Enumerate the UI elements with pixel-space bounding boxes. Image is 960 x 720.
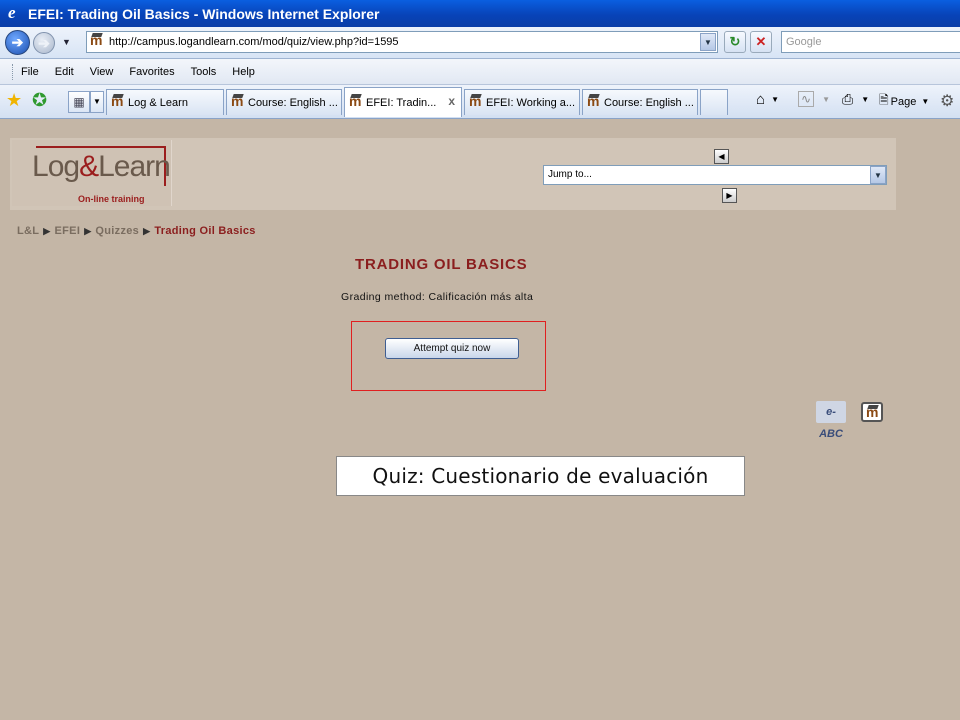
page-icon: 🗎 xyxy=(879,93,889,107)
chevron-down-icon: ▼ xyxy=(921,97,930,106)
logo-text-part: og xyxy=(47,150,80,183)
menu-help[interactable]: Help xyxy=(232,66,255,78)
tab-log-learn[interactable]: Log & Learn xyxy=(106,89,224,115)
previous-activity-button[interactable]: ◀ xyxy=(714,149,729,164)
chevron-down-icon: ▼ xyxy=(861,95,870,104)
logo-ampersand: & xyxy=(79,150,99,183)
rss-feed-icon: ∿ xyxy=(798,91,815,107)
moodle-icon xyxy=(866,404,880,421)
grading-method: Grading method: Calificación más alta xyxy=(341,291,534,303)
jump-to-dropdown-button[interactable]: ▼ xyxy=(870,166,886,184)
moodle-favicon-icon xyxy=(111,93,125,110)
tab-label: EFEI: Tradin... xyxy=(366,96,437,109)
page-menu-button[interactable]: 🗎 Page ▼ xyxy=(879,91,929,112)
logo-text-part: earn xyxy=(113,150,171,183)
page-content: Log&Learn On-line training ◀ Jump to... … xyxy=(0,120,960,720)
breadcrumb-link-quizzes[interactable]: Quizzes xyxy=(95,225,139,237)
tab-course-english-1[interactable]: Course: English ... xyxy=(226,89,342,115)
tab-course-english-2[interactable]: Course: English ... xyxy=(582,89,698,115)
address-input[interactable]: http://campus.logandlearn.com/mod/quiz/v… xyxy=(86,31,718,53)
log-learn-logo[interactable]: Log&Learn On-line training xyxy=(12,140,172,206)
tab-efei-working[interactable]: EFEI: Working a... xyxy=(464,89,580,115)
address-toolbar: ➔ ➔ ▼ http://campus.logandlearn.com/mod/… xyxy=(0,27,960,59)
tab-bar: ★ ✪ ▦ ▼ Log & Learn Course: English ... … xyxy=(0,85,960,119)
tools-gear-button[interactable]: ⚙ xyxy=(940,91,954,111)
stop-button[interactable]: ✕ xyxy=(750,31,772,53)
eabc-logo[interactable]: e-ABC xyxy=(816,401,846,440)
jump-to-value: Jump to... xyxy=(548,169,592,180)
moodle-favicon-icon xyxy=(469,93,483,110)
close-tab-icon[interactable]: x xyxy=(448,94,455,108)
back-button[interactable]: ➔ xyxy=(5,30,30,55)
printer-icon: ⎙ xyxy=(842,91,854,107)
quick-tabs-button[interactable]: ▦ xyxy=(68,91,90,113)
breadcrumb: L&L ▶ EFEI ▶ Quizzes ▶ Trading Oil Basics xyxy=(17,225,256,237)
tab-label: EFEI: Working a... xyxy=(486,96,576,109)
recent-pages-dropdown-icon[interactable]: ▼ xyxy=(62,37,71,47)
attempt-quiz-button[interactable]: Attempt quiz now xyxy=(385,338,519,359)
logo-text: Log&Learn xyxy=(32,150,171,183)
breadcrumb-separator-icon: ▶ xyxy=(43,226,51,236)
menu-bar: File Edit View Favorites Tools Help xyxy=(0,59,960,85)
menu-edit[interactable]: Edit xyxy=(55,66,74,78)
add-favorite-icon[interactable]: ✪ xyxy=(32,90,47,111)
window-title: EFEI: Trading Oil Basics - Windows Inter… xyxy=(28,5,380,22)
caption-box: Quiz: Cuestionario de evaluación xyxy=(336,456,745,496)
next-activity-button[interactable]: ▶ xyxy=(722,188,737,203)
breadcrumb-current: Trading Oil Basics xyxy=(154,225,256,237)
jump-to-select[interactable]: Jump to... ▼ xyxy=(543,165,887,185)
menu-view[interactable]: View xyxy=(90,66,114,78)
chevron-down-icon: ▼ xyxy=(822,94,830,104)
breadcrumb-link-efei[interactable]: EFEI xyxy=(55,225,81,237)
moodle-favicon-icon xyxy=(349,93,363,110)
page-menu-label: Page xyxy=(890,95,917,108)
menu-file[interactable]: File xyxy=(21,66,39,78)
favorites-star-icon[interactable]: ★ xyxy=(6,90,22,111)
home-button[interactable]: ⌂ ▼ xyxy=(756,91,779,108)
menu-tools[interactable]: Tools xyxy=(191,66,217,78)
address-url: http://campus.logandlearn.com/mod/quiz/v… xyxy=(109,36,399,48)
tab-list-dropdown-button[interactable]: ▼ xyxy=(90,91,104,113)
print-button[interactable]: ⎙ ▼ xyxy=(842,91,869,108)
page-title: TRADING OIL BASICS xyxy=(355,256,528,273)
chevron-down-icon: ▼ xyxy=(771,95,779,104)
moodle-favicon-icon xyxy=(587,93,601,110)
window-titlebar: e EFEI: Trading Oil Basics - Windows Int… xyxy=(0,0,960,27)
gear-icon: ⚙ xyxy=(940,93,955,110)
tab-efei-trading[interactable]: EFEI: Tradin... x xyxy=(344,87,462,117)
refresh-button[interactable]: ↻ xyxy=(724,31,746,53)
tab-label: Log & Learn xyxy=(128,96,188,109)
toolbar-grip xyxy=(12,63,15,80)
site-favicon-icon xyxy=(90,32,104,49)
ie-logo-icon: e xyxy=(8,2,16,22)
forward-button[interactable]: ➔ xyxy=(33,32,55,54)
moodle-home-button[interactable] xyxy=(861,402,883,422)
new-tab-button[interactable] xyxy=(700,89,728,115)
breadcrumb-separator-icon: ▶ xyxy=(84,226,92,236)
search-input[interactable]: Google xyxy=(781,31,960,53)
moodle-favicon-icon xyxy=(231,93,245,110)
tab-label: Course: English ... xyxy=(604,96,694,109)
breadcrumb-separator-icon: ▶ xyxy=(143,226,151,236)
logo-subtitle: On-line training xyxy=(78,194,145,204)
breadcrumb-link-ll[interactable]: L&L xyxy=(17,225,39,237)
menu-favorites[interactable]: Favorites xyxy=(129,66,174,78)
tab-label: Course: English ... xyxy=(248,96,338,109)
feeds-button[interactable]: ∿ ▼ xyxy=(798,91,830,107)
address-dropdown-button[interactable]: ▼ xyxy=(700,33,716,51)
home-icon: ⌂ xyxy=(756,91,766,108)
